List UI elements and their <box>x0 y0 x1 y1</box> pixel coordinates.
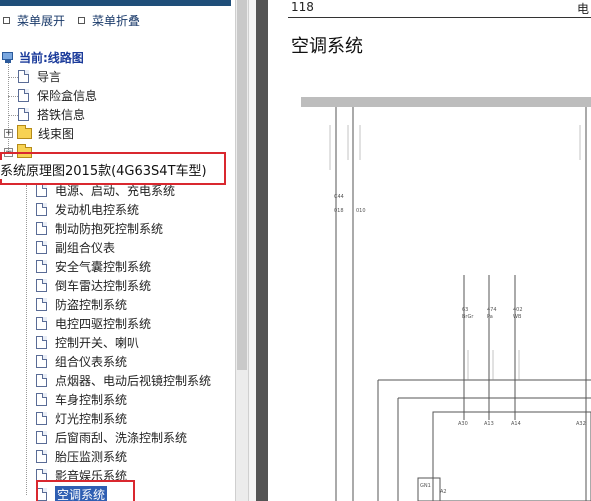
collapse-icon <box>78 16 85 24</box>
document-icon <box>36 279 47 292</box>
document-icon <box>36 412 47 425</box>
tree-item-label: 电控四驱控制系统 <box>55 317 152 331</box>
tree-item-label: 制动防抱死控制系统 <box>55 222 164 236</box>
tree-item-label: 胎压监测系统 <box>55 450 128 464</box>
folder-icon <box>17 125 32 139</box>
expand-node-icon[interactable]: + <box>4 129 13 138</box>
document-icon <box>36 450 47 463</box>
tree-item-lighter-mirror[interactable]: 点烟器、电动后视镜控制系统 <box>36 371 211 390</box>
tree-item-fuse-box[interactable]: 保险盒信息 <box>18 86 97 105</box>
tree-item-label: 保险盒信息 <box>37 89 98 103</box>
tree-item-label: 发动机电控系统 <box>55 203 140 217</box>
tree-item-label: 导言 <box>37 70 62 84</box>
computer-icon <box>2 51 15 64</box>
document-icon <box>18 89 29 102</box>
document-icon <box>36 374 47 387</box>
document-icon <box>36 260 47 273</box>
tree-item-ground[interactable]: 搭铁信息 <box>18 105 85 124</box>
pin-label: A14 <box>511 421 521 427</box>
wire-label: 474 <box>487 307 497 313</box>
wire-color: Pa <box>487 314 493 320</box>
tree-root-label: 当前:线路图 <box>19 51 84 65</box>
tree-item-label: 线束图 <box>38 127 75 141</box>
document-icon <box>36 393 47 406</box>
tree-item-cluster[interactable]: 组合仪表系统 <box>36 352 127 371</box>
diagram-vertical-annotations <box>329 125 581 380</box>
tree-toolbar: 菜单展开 菜单折叠 <box>0 10 231 30</box>
tree-item-sub-cluster[interactable]: 副组合仪表 <box>36 238 115 257</box>
document-icon <box>36 431 47 444</box>
expand-menu-label: 菜单展开 <box>17 13 66 28</box>
tree-connector <box>8 96 18 97</box>
document-icon <box>36 336 47 349</box>
tree-connector <box>8 115 18 116</box>
tree-item-label: 车身控制系统 <box>55 393 128 407</box>
tree-item-label: 灯光控制系统 <box>55 412 128 426</box>
tree-connector <box>26 185 27 495</box>
tree-item-label: 倒车雷达控制系统 <box>55 279 152 293</box>
tree-item-label: 副组合仪表 <box>55 241 116 255</box>
wiring-diagram: C44 018 010 63 474 402 BrGr Pa WB A30 A1… <box>301 97 591 501</box>
tree-item-label: 搭铁信息 <box>37 108 86 122</box>
tree-item-parking-radar[interactable]: 倒车雷达控制系统 <box>36 276 151 295</box>
tree-item-lighting[interactable]: 灯光控制系统 <box>36 409 127 428</box>
tree-item-intro[interactable]: 导言 <box>18 67 61 86</box>
document-icon <box>36 317 47 330</box>
tree-root-current-wiring[interactable]: 当前:线路图 <box>2 48 84 67</box>
panel-title-bar <box>0 0 231 6</box>
tree-item-label: 点烟器、电动后视镜控制系统 <box>55 374 212 388</box>
tree-item-tpms[interactable]: 胎压监测系统 <box>36 447 127 466</box>
viewer-frame <box>256 0 268 501</box>
tree-connector <box>8 77 18 78</box>
collapse-menu-button[interactable]: 菜单折叠 <box>78 10 140 30</box>
tree-item-label: 组合仪表系统 <box>55 355 128 369</box>
collapse-menu-label: 菜单折叠 <box>92 13 141 28</box>
tree-item-abs[interactable]: 制动防抱死控制系统 <box>36 219 163 238</box>
tree-item-4wd[interactable]: 电控四驱控制系统 <box>36 314 151 333</box>
document-icon <box>36 241 47 254</box>
document-page: 118 电 空调系统 C44 018 010 63 474 402 BrGr P… <box>268 0 591 501</box>
tree-item-body-control[interactable]: 车身控制系统 <box>36 390 127 409</box>
pin-label: A30 <box>458 421 468 427</box>
connector-label: C44 <box>334 194 344 200</box>
tree-item-switch-horn[interactable]: 控制开关、喇叭 <box>36 333 139 352</box>
tree-scrollbar-thumb[interactable] <box>237 0 247 370</box>
wire-color: WB <box>513 314 522 320</box>
expand-menu-button[interactable]: 菜单展开 <box>3 10 65 30</box>
wire-color: BrGr <box>462 314 474 320</box>
tree-item-rear-wiper[interactable]: 后窗雨刮、洗涤控制系统 <box>36 428 187 447</box>
wire-label: 63 <box>462 307 468 313</box>
tree-item-label: 防盗控制系统 <box>55 298 128 312</box>
connector-label: A2 <box>440 489 447 495</box>
document-icon <box>36 203 47 216</box>
tree-item-label: 后窗雨刮、洗涤控制系统 <box>55 431 188 445</box>
document-icon <box>36 355 47 368</box>
wire-label: 402 <box>513 307 523 313</box>
diagram-bus-bar <box>301 97 591 107</box>
tree-item-harness[interactable]: + 线束图 <box>4 124 74 143</box>
document-icon <box>36 222 47 235</box>
connector-label: GN1 <box>420 483 431 489</box>
tree-folder-system-label[interactable]: 系统原理图2015款(4G63S4T车型) <box>0 160 209 179</box>
pin-label: A32 <box>576 421 586 427</box>
document-icon <box>36 184 47 197</box>
expand-icon <box>3 16 10 24</box>
diagram-connector-box <box>417 477 441 501</box>
connector-value: 018 <box>334 208 344 214</box>
tree-item-anti-theft[interactable]: 防盗控制系统 <box>36 295 127 314</box>
tree-panel: 菜单展开 菜单折叠 当前:线路图 导言 保险盒信息 搭铁信息 + 线束图 − 电… <box>0 0 235 501</box>
pin-label: A13 <box>484 421 494 427</box>
connector-value: 010 <box>356 208 366 214</box>
tree-item-label: 安全气囊控制系统 <box>55 260 152 274</box>
navigation-tree: 当前:线路图 导言 保险盒信息 搭铁信息 + 线束图 − 电源、启动、充电系统 … <box>0 40 235 501</box>
document-icon <box>18 108 29 121</box>
tree-item-label: 控制开关、喇叭 <box>55 336 140 350</box>
tree-item-engine-ecu[interactable]: 发动机电控系统 <box>36 200 139 219</box>
document-icon <box>18 70 29 83</box>
selection-highlight-box <box>36 480 135 501</box>
document-icon <box>36 298 47 311</box>
tree-item-airbag[interactable]: 安全气囊控制系统 <box>36 257 151 276</box>
